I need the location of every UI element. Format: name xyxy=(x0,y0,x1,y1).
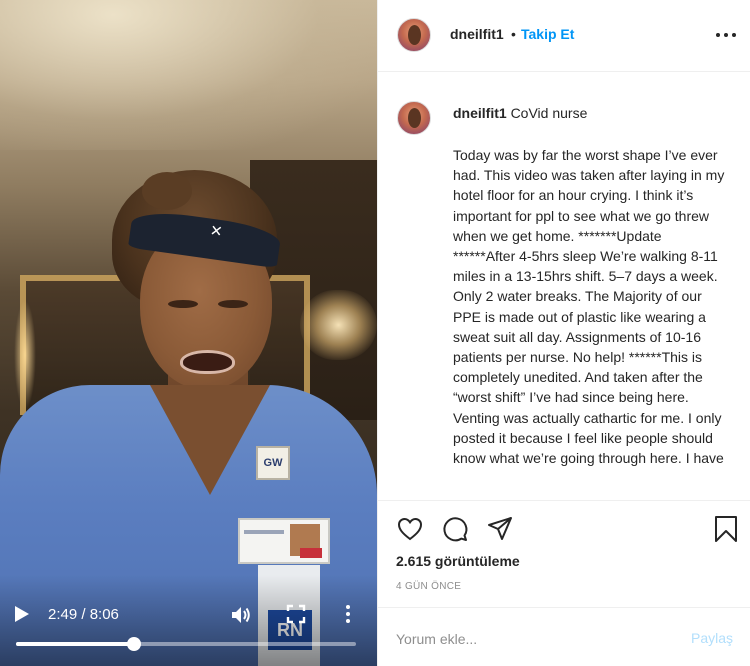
more-horizontal-icon-dot xyxy=(724,33,728,37)
caption-area[interactable]: dneilfit1 CoVid nurse Today was by far t… xyxy=(378,73,750,500)
like-button[interactable] xyxy=(396,515,424,543)
wall-lamp xyxy=(300,290,377,360)
more-vertical-icon xyxy=(346,605,350,623)
progress-fill xyxy=(16,642,135,646)
post-header: dneilfit1 • Takip Et xyxy=(378,0,750,72)
lanyard-clip: GW xyxy=(256,446,290,480)
person-eye-right xyxy=(218,300,248,308)
share-icon xyxy=(488,517,512,540)
caption-header: dneilfit1 CoVid nurse xyxy=(453,105,733,121)
person-eye-left xyxy=(168,300,198,308)
play-icon xyxy=(15,606,29,622)
person-hair-bun xyxy=(142,172,192,210)
view-count[interactable]: 2.615 görüntüleme xyxy=(396,553,520,569)
ceiling-light xyxy=(0,0,377,150)
scrubs-neckline xyxy=(150,385,270,495)
save-button[interactable] xyxy=(712,515,740,543)
comment-icon xyxy=(443,517,468,542)
post-actions: 2.615 görüntüleme 4 GÜN ÖNCE Paylaş xyxy=(378,500,750,666)
more-horizontal-icon xyxy=(716,33,720,37)
comment-button[interactable] xyxy=(441,515,469,543)
comment-form: Paylaş xyxy=(378,607,750,666)
caption-short-text: CoVid nurse xyxy=(510,105,588,121)
volume-button[interactable] xyxy=(230,604,252,626)
header-username[interactable]: dneilfit1 xyxy=(450,26,504,42)
header-separator: • xyxy=(511,26,516,42)
caption-body: Today was by far the worst shape I’ve ev… xyxy=(453,147,725,467)
post-comment-button[interactable]: Paylaş xyxy=(691,630,733,646)
share-button[interactable] xyxy=(486,515,514,543)
follow-button[interactable]: Takip Et xyxy=(521,26,574,42)
video-more-button[interactable] xyxy=(342,603,354,625)
play-button[interactable] xyxy=(14,605,32,625)
time-readout: 2:49 / 8:06 xyxy=(48,606,119,623)
person-mouth xyxy=(180,350,235,374)
volume-icon xyxy=(232,607,250,623)
more-options-button[interactable] xyxy=(714,26,738,44)
caption-avatar[interactable] xyxy=(397,101,431,135)
headboard-light xyxy=(14,300,36,410)
id-badge-stripe xyxy=(300,548,322,558)
more-horizontal-icon-dot xyxy=(732,33,736,37)
avatar[interactable] xyxy=(397,18,431,52)
caption-username[interactable]: dneilfit1 xyxy=(453,105,507,121)
fullscreen-icon xyxy=(286,604,306,624)
headband-logo: ✕ xyxy=(208,222,224,241)
fullscreen-button[interactable] xyxy=(286,604,306,624)
comment-input[interactable] xyxy=(396,628,666,650)
heart-icon xyxy=(397,517,423,541)
bookmark-icon xyxy=(715,516,737,542)
video-player[interactable]: ✕ GW RN 2:49 / 8:06 xyxy=(0,0,377,666)
id-badge-text xyxy=(244,530,284,534)
post-age[interactable]: 4 GÜN ÖNCE xyxy=(396,581,461,592)
progress-bar[interactable] xyxy=(16,637,356,651)
post-sidebar: dneilfit1 • Takip Et dneilfit1 CoVid nur… xyxy=(377,0,750,666)
